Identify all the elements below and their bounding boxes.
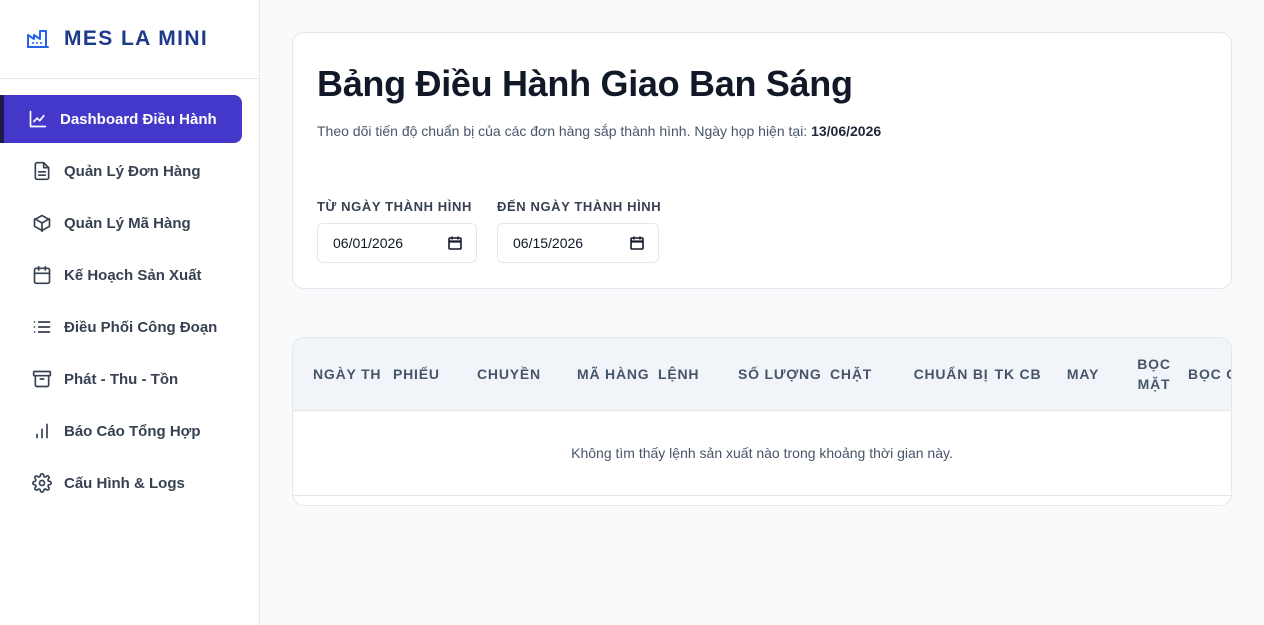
- sidebar-item-label: Cấu Hình & Logs: [64, 474, 185, 492]
- main-content: Bảng Điều Hành Giao Ban Sáng Theo dõi ti…: [260, 0, 1264, 625]
- line-chart-icon: [28, 109, 48, 129]
- column-header-chuan-bi[interactable]: CHUẨN BỊ: [910, 338, 992, 410]
- column-header-boc-got[interactable]: BỌC GÓT: [1186, 338, 1231, 410]
- sidebar-item-label: Kế Hoạch Sản Xuất: [64, 266, 202, 284]
- box-icon: [32, 213, 52, 233]
- sidebar-item-inventory[interactable]: Phát - Thu - Tồn: [0, 355, 242, 403]
- column-header-chuyen[interactable]: CHUYỀN: [477, 338, 577, 410]
- sidebar-item-settings[interactable]: Cấu Hình & Logs: [0, 459, 242, 507]
- from-date-value: 06/01/2026: [333, 235, 404, 251]
- column-header-boc-mat[interactable]: BỌC MẶT: [1122, 338, 1186, 410]
- sidebar-item-dashboard[interactable]: Dashboard Điều Hành: [0, 95, 242, 143]
- to-date-filter: ĐẾN NGÀY THÀNH HÌNH 06/15/2026: [497, 199, 661, 263]
- sidebar: MES LA MINI Dashboard Điều Hành Quản Lý …: [0, 0, 260, 625]
- table-header: NGÀY TH PHIẾU CHUYỀN MÃ HÀNG LỆNH SỐ LƯỢ…: [293, 338, 1231, 411]
- calendar-picker-icon[interactable]: [630, 236, 644, 250]
- archive-icon: [32, 369, 52, 389]
- page-subtitle: Theo dõi tiến độ chuẩn bị của các đơn hà…: [317, 123, 1207, 139]
- sidebar-item-orders[interactable]: Quản Lý Đơn Hàng: [0, 147, 242, 195]
- sidebar-nav: Dashboard Điều Hành Quản Lý Đơn Hàng Quả…: [0, 79, 259, 507]
- sidebar-item-label: Báo Cáo Tổng Hợp: [64, 422, 201, 440]
- sidebar-item-products[interactable]: Quản Lý Mã Hàng: [0, 199, 242, 247]
- date-filters: TỪ NGÀY THÀNH HÌNH 06/01/2026 ĐẾN NGÀY T…: [317, 199, 1207, 263]
- sidebar-item-label: Dashboard Điều Hành: [60, 110, 217, 128]
- page-title: Bảng Điều Hành Giao Ban Sáng: [317, 63, 853, 104]
- column-header-tk-cb[interactable]: TK CB: [992, 338, 1044, 410]
- calendar-picker-icon[interactable]: [448, 236, 462, 250]
- column-header-phieu[interactable]: PHIẾU: [393, 338, 477, 410]
- empty-state-message: Không tìm thấy lệnh sản xuất nào trong k…: [293, 411, 1231, 496]
- app-root: MES LA MINI Dashboard Điều Hành Quản Lý …: [0, 0, 1264, 625]
- column-header-ngay-th[interactable]: NGÀY TH: [293, 338, 393, 410]
- calendar-icon: [32, 265, 52, 285]
- to-date-label: ĐẾN NGÀY THÀNH HÌNH: [497, 199, 662, 214]
- column-header-may[interactable]: MAY: [1044, 338, 1122, 410]
- sidebar-item-label: Phát - Thu - Tồn: [64, 370, 179, 388]
- brand-name: MES LA MINI: [64, 27, 209, 50]
- column-header-ma-hang[interactable]: MÃ HÀNG: [577, 338, 658, 410]
- to-date-input[interactable]: 06/15/2026: [497, 223, 659, 263]
- to-date-value: 06/15/2026: [513, 235, 584, 251]
- from-date-input[interactable]: 06/01/2026: [317, 223, 477, 263]
- from-date-label: TỪ NGÀY THÀNH HÌNH: [317, 199, 472, 214]
- sidebar-item-dispatch[interactable]: Điều Phối Công Đoạn: [0, 303, 242, 351]
- brand-logo[interactable]: MES LA MINI: [0, 0, 259, 79]
- subtitle-text: Theo dõi tiến độ chuẩn bị của các đơn hà…: [317, 123, 812, 139]
- factory-icon: [27, 30, 49, 48]
- sidebar-item-label: Điều Phối Công Đoạn: [64, 318, 218, 336]
- column-header-so-luong[interactable]: SỐ LƯỢNG: [738, 338, 830, 410]
- column-header-chat[interactable]: CHẶT: [830, 338, 910, 410]
- bar-chart-icon: [32, 421, 52, 441]
- sidebar-item-reports[interactable]: Báo Cáo Tổng Hợp: [0, 407, 242, 455]
- header-card: Bảng Điều Hành Giao Ban Sáng Theo dõi ti…: [292, 32, 1232, 289]
- meeting-date: 13/06/2026: [811, 123, 882, 139]
- list-icon: [32, 317, 52, 337]
- sidebar-item-production-plan[interactable]: Kế Hoạch Sản Xuất: [0, 251, 242, 299]
- from-date-filter: TỪ NGÀY THÀNH HÌNH 06/01/2026: [317, 199, 477, 263]
- sidebar-item-label: Quản Lý Đơn Hàng: [64, 162, 201, 180]
- document-icon: [32, 161, 52, 181]
- column-header-lenh[interactable]: LỆNH: [658, 338, 738, 410]
- orders-table: NGÀY TH PHIẾU CHUYỀN MÃ HÀNG LỆNH SỐ LƯỢ…: [292, 337, 1232, 506]
- sidebar-item-label: Quản Lý Mã Hàng: [64, 214, 191, 232]
- gear-icon: [32, 473, 52, 493]
